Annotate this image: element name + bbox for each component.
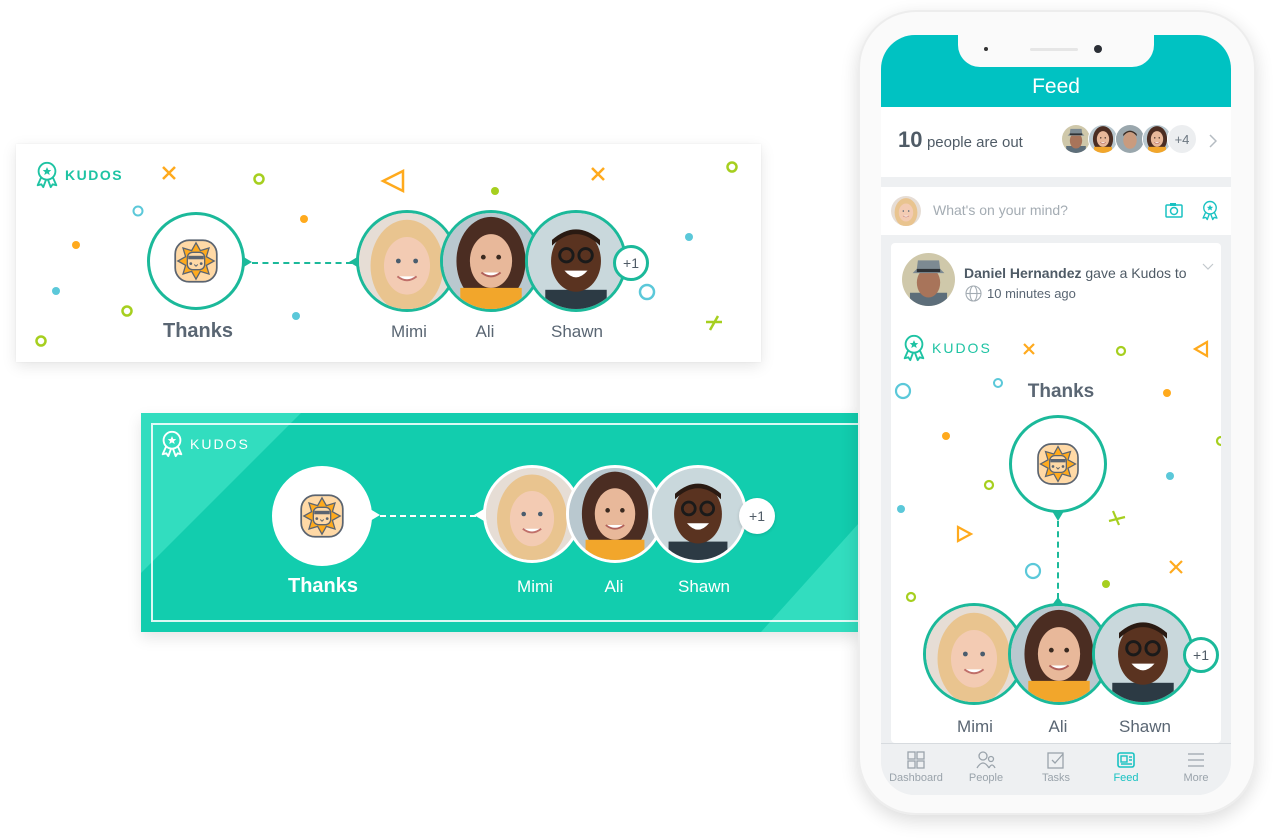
kudos-brand-label: KUDOS [190, 436, 250, 452]
feed-icon [1117, 752, 1135, 768]
avatar-photo [569, 468, 661, 560]
connector-arrow [370, 509, 380, 521]
out-avatar [1115, 124, 1145, 154]
avatar-photo [902, 253, 955, 306]
speaker-grille [1030, 48, 1078, 51]
composer-input[interactable]: What's on your mind? [933, 202, 1068, 218]
kudos-brand-label: KUDOS [932, 340, 992, 356]
connector-arrow [1052, 511, 1064, 521]
sun-badge-icon [296, 490, 348, 542]
avatar-photo [1089, 125, 1117, 153]
ribbon-award-icon [159, 430, 185, 458]
recipient-name: Ali [475, 322, 495, 341]
tab-feed[interactable]: Feed [1091, 744, 1161, 795]
kudos-brand: KUDOS [901, 334, 992, 362]
kudos-brand-label: KUDOS [65, 167, 124, 183]
people-out-count: 10 [898, 127, 923, 152]
tab-people[interactable]: People [951, 744, 1021, 795]
people-out-summary: 10 people are out [898, 127, 1023, 153]
tasks-icon [1047, 752, 1064, 769]
menu-icon [1188, 753, 1204, 767]
bottom-tab-bar: Dashboard People Tasks Feed More [881, 743, 1231, 795]
tab-more[interactable]: More [1161, 744, 1231, 795]
page-title: Feed [1032, 75, 1080, 98]
connector-line [380, 515, 476, 517]
chevron-down-icon[interactable] [1202, 263, 1214, 271]
ribbon-award-icon [34, 161, 60, 189]
kudos-brand: KUDOS [159, 430, 250, 458]
post-author[interactable]: Daniel Hernandez [964, 265, 1081, 281]
tab-label: People [968, 772, 1004, 784]
recipient-avatar[interactable] [525, 210, 627, 312]
kudos-ribbon-icon[interactable] [1201, 200, 1219, 221]
connector-arrow [242, 256, 252, 268]
author-avatar[interactable] [902, 253, 955, 306]
avatar-photo [1062, 125, 1090, 153]
sun-badge-icon [170, 235, 222, 287]
kudos-card-white: KUDOS Thanks +1 Mimi Ali Shawn [16, 144, 761, 362]
sensor-dot [984, 47, 988, 51]
kudos-badge-label: Thanks [1027, 381, 1095, 402]
tab-label: Tasks [1041, 772, 1071, 784]
recipient-name: Shawn [678, 577, 730, 596]
avatar-photo [486, 468, 578, 560]
tab-dashboard[interactable]: Dashboard [881, 744, 951, 795]
out-avatar [1061, 124, 1091, 154]
post-headline: Daniel Hernandez gave a Kudos to [964, 265, 1187, 281]
out-avatar [1088, 124, 1118, 154]
people-icon [976, 751, 996, 769]
tab-tasks[interactable]: Tasks [1021, 744, 1091, 795]
extra-recipients-badge[interactable]: +1 [739, 498, 775, 534]
kudos-badge-circle [272, 466, 372, 566]
sun-badge-icon [1033, 439, 1083, 489]
camera-lens [1094, 45, 1102, 53]
post-action: gave a Kudos to [1085, 265, 1187, 281]
kudos-badge-circle [147, 212, 245, 310]
recipient-name: Ali [1048, 717, 1068, 736]
extra-recipients-badge[interactable]: +1 [613, 245, 649, 281]
avatar-photo [1116, 125, 1144, 153]
extra-recipients-badge[interactable]: +1 [1183, 637, 1219, 673]
ribbon-award-icon [901, 334, 927, 362]
globe-icon [965, 285, 982, 302]
kudos-badge-circle [1009, 415, 1107, 513]
chevron-right-icon [1209, 134, 1217, 148]
avatar-photo [528, 213, 624, 309]
phone-screen: Feed 10 people are out +4 What's on your… [881, 35, 1231, 795]
phone-notch [958, 35, 1154, 67]
connector-line [1057, 521, 1059, 599]
recipient-avatar[interactable] [1092, 603, 1194, 705]
kudos-brand: KUDOS [34, 161, 123, 189]
avatar-photo [652, 468, 744, 560]
kudos-badge-label: Thanks [287, 575, 359, 597]
recipient-avatar[interactable] [649, 465, 747, 563]
grid-icon [907, 751, 925, 769]
recipient-name: Shawn [1119, 717, 1171, 736]
phone-mockup: Feed 10 people are out +4 What's on your… [858, 10, 1256, 815]
kudos-card-teal: KUDOS Thanks +1 Mimi Ali Shawn [141, 413, 859, 632]
connector-line [252, 262, 352, 264]
camera-icon[interactable] [1165, 202, 1183, 218]
out-extra-badge: +4 [1167, 124, 1197, 154]
tab-label: Feed [1113, 772, 1139, 784]
recipient-name: Ali [604, 577, 624, 596]
avatar-photo [1095, 606, 1191, 702]
tab-label: More [1183, 772, 1209, 784]
people-out-row[interactable]: 10 people are out +4 [881, 107, 1231, 177]
recipient-name: Shawn [551, 322, 603, 341]
current-user-avatar [891, 196, 921, 226]
kudos-badge-label: Thanks [162, 320, 234, 342]
avatar-photo [891, 196, 921, 226]
post-composer: What's on your mind? [881, 187, 1231, 235]
tab-label: Dashboard [889, 772, 943, 784]
post-timestamp: 10 minutes ago [987, 286, 1076, 301]
feed-post-card: Daniel Hernandez gave a Kudos to 10 minu… [891, 243, 1221, 743]
people-out-text: people are out [926, 134, 1023, 151]
